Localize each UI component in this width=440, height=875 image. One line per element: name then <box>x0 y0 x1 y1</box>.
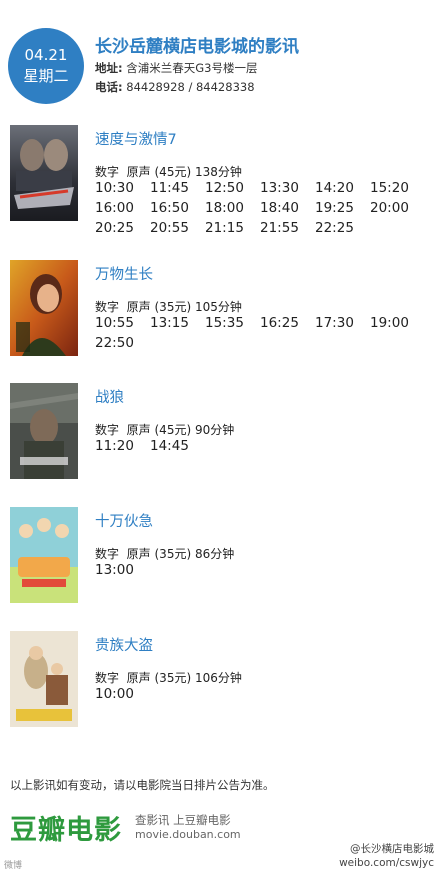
showtime[interactable]: 13:00 <box>95 561 150 580</box>
movie-title[interactable]: 万物生长 <box>95 263 153 284</box>
movie-poster[interactable] <box>10 125 78 221</box>
showtime[interactable]: 10:55 <box>95 314 150 333</box>
format: 数字 <box>95 547 120 561</box>
price: (45元) <box>154 423 192 437</box>
showtime[interactable]: 20:00 <box>370 199 425 218</box>
address-line: 地址: 含浦米兰春天G3号楼一层 <box>95 60 258 76</box>
weibo-url: weibo.com/cswjyc <box>339 857 434 869</box>
price: (45元) <box>154 165 192 179</box>
showtimes: 13:00 <box>95 561 425 580</box>
language: 原声 <box>126 300 151 314</box>
douban-slogan: 查影讯 上豆瓣电影 <box>135 813 231 827</box>
showtime[interactable]: 22:25 <box>315 219 370 238</box>
douban-url-link[interactable]: movie.douban.com <box>135 828 241 841</box>
showtimes: 10:00 <box>95 685 425 704</box>
disclaimer-note: 以上影讯如有变动，请以电影院当日排片公告为准。 <box>10 778 275 792</box>
price: (35元) <box>154 300 192 314</box>
movie-poster[interactable] <box>10 507 78 603</box>
phone-label: 电话: <box>95 80 123 94</box>
showtime[interactable]: 21:15 <box>205 219 260 238</box>
showtime[interactable]: 15:35 <box>205 314 260 333</box>
movie-title[interactable]: 十万伙急 <box>95 510 153 531</box>
format: 数字 <box>95 165 120 179</box>
showtime[interactable]: 19:00 <box>370 314 425 333</box>
duration: 86分钟 <box>194 547 235 561</box>
format: 数字 <box>95 671 120 685</box>
duration: 138分钟 <box>194 165 242 179</box>
showtime[interactable]: 22:50 <box>95 334 150 353</box>
duration: 105分钟 <box>194 300 242 314</box>
showtime[interactable]: 14:20 <box>315 179 370 198</box>
showtime[interactable]: 18:40 <box>260 199 315 218</box>
weibo-watermark: @长沙横店电影城 weibo.com/cswjyc <box>339 842 434 870</box>
showtime[interactable]: 13:15 <box>150 314 205 333</box>
showtime[interactable]: 17:30 <box>315 314 370 333</box>
movie-poster[interactable] <box>10 383 78 479</box>
showtimes: 11:20 14:45 <box>95 437 425 456</box>
movie-item[interactable]: 战狼 数字 原声 (45元) 90分钟 11:20 14:45 <box>0 383 440 483</box>
movie-meta: 数字 原声 (45元) 138分钟 <box>95 163 242 180</box>
cinema-title: 长沙岳麓横店电影城的影讯 <box>95 37 299 57</box>
movie-item[interactable]: 贵族大盗 数字 原声 (35元) 106分钟 10:00 <box>0 631 440 731</box>
duration: 106分钟 <box>194 671 242 685</box>
address-value: 含浦米兰春天G3号楼一层 <box>126 61 258 75</box>
weibo-handle: @长沙横店电影城 <box>350 843 434 855</box>
language: 原声 <box>126 547 151 561</box>
phone-value: 84428928 / 84428338 <box>126 80 255 94</box>
showtime[interactable]: 21:55 <box>260 219 315 238</box>
showtime[interactable]: 16:25 <box>260 314 315 333</box>
showtime[interactable]: 12:50 <box>205 179 260 198</box>
date-badge: 04.21 星期二 <box>8 28 84 104</box>
movie-item[interactable]: 十万伙急 数字 原声 (35元) 86分钟 13:00 <box>0 507 440 607</box>
format: 数字 <box>95 300 120 314</box>
language: 原声 <box>126 671 151 685</box>
showtime[interactable]: 20:55 <box>150 219 205 238</box>
showtime[interactable]: 19:25 <box>315 199 370 218</box>
showtime[interactable]: 10:30 <box>95 179 150 198</box>
weekday-text: 星期二 <box>23 67 69 85</box>
movie-poster[interactable] <box>10 631 78 727</box>
showtime[interactable]: 15:20 <box>370 179 425 198</box>
movie-meta: 数字 原声 (45元) 90分钟 <box>95 421 234 438</box>
date-text: 04.21 <box>24 46 68 64</box>
movie-title[interactable]: 战狼 <box>95 386 124 407</box>
weibo-watermark-left: 微博 <box>4 861 23 871</box>
phone-line: 电话: 84428928 / 84428338 <box>95 79 255 95</box>
showtime[interactable]: 20:25 <box>95 219 150 238</box>
movie-item[interactable]: 万物生长 数字 原声 (35元) 105分钟 10:55 13:15 15:35… <box>0 260 440 360</box>
movie-poster[interactable] <box>10 260 78 356</box>
showtimes: 10:55 13:15 15:35 16:25 17:30 19:00 22:5… <box>95 314 425 353</box>
address-label: 地址: <box>95 61 123 75</box>
douban-movie-logo[interactable]: 豆瓣电影 <box>10 808 122 847</box>
showtime[interactable]: 11:45 <box>150 179 205 198</box>
movie-meta: 数字 原声 (35元) 105分钟 <box>95 298 242 315</box>
duration: 90分钟 <box>194 423 235 437</box>
movie-meta: 数字 原声 (35元) 106分钟 <box>95 669 242 686</box>
movie-item[interactable]: 速度与激情7 数字 原声 (45元) 138分钟 10:30 11:45 12:… <box>0 125 440 238</box>
format: 数字 <box>95 423 120 437</box>
language: 原声 <box>126 423 151 437</box>
showtime[interactable]: 16:00 <box>95 199 150 218</box>
showtime[interactable]: 14:45 <box>150 437 205 456</box>
movie-title[interactable]: 速度与激情7 <box>95 128 177 149</box>
language: 原声 <box>126 165 151 179</box>
showtime[interactable]: 18:00 <box>205 199 260 218</box>
cinema-header: 04.21 星期二 长沙岳麓横店电影城的影讯 地址: 含浦米兰春天G3号楼一层 … <box>0 0 440 110</box>
movie-meta: 数字 原声 (35元) 86分钟 <box>95 545 234 562</box>
showtime[interactable]: 16:50 <box>150 199 205 218</box>
price: (35元) <box>154 547 192 561</box>
showtime[interactable]: 10:00 <box>95 685 150 704</box>
showtimes: 10:30 11:45 12:50 13:30 14:20 15:20 16:0… <box>95 179 425 238</box>
movie-title[interactable]: 贵族大盗 <box>95 634 153 655</box>
price: (35元) <box>154 671 192 685</box>
showtime[interactable]: 11:20 <box>95 437 150 456</box>
showtime[interactable]: 13:30 <box>260 179 315 198</box>
